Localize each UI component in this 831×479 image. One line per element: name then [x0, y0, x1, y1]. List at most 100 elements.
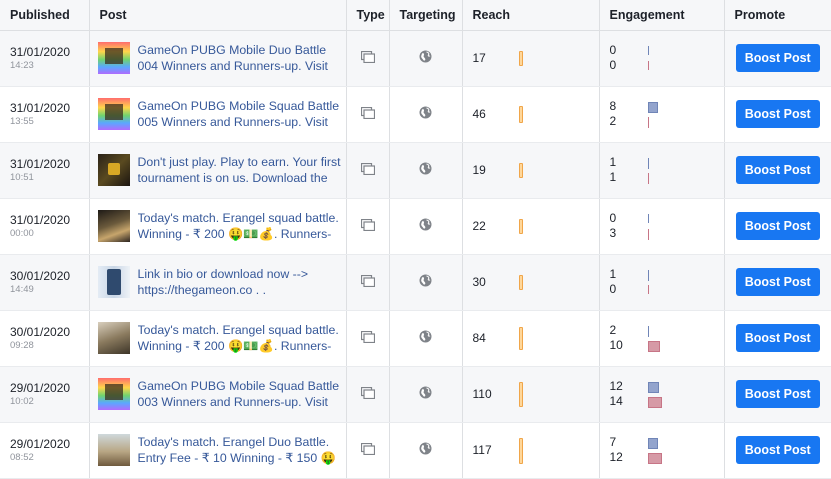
post-cell: GameOn PUBG Mobile Squad Battle 003 Winn…: [89, 366, 347, 423]
promote-cell: Boost Post: [724, 30, 831, 87]
post-cell: Today's match. Erangel Duo Battle. Entry…: [89, 422, 347, 479]
engagement-top-bar: [647, 381, 660, 393]
boost-post-button[interactable]: Boost Post: [735, 324, 820, 352]
boost-post-button[interactable]: Boost Post: [735, 212, 820, 240]
engagement-bottom-bar: [647, 172, 649, 184]
engagement-top-value: 7: [609, 435, 617, 449]
engagement-top-bar: [647, 437, 658, 449]
table-row: 31/01/2020 14:23 GameOn PUBG Mobile Duo …: [0, 30, 831, 87]
post-thumbnail[interactable]: [97, 42, 130, 74]
post-cell: GameOn PUBG Mobile Duo Battle 004 Winner…: [89, 30, 347, 87]
post-date: 30/01/2020: [10, 268, 71, 283]
table-row: 31/01/2020 00:00 Today's match. Erangel …: [0, 198, 831, 255]
reach-value: 22: [472, 219, 486, 233]
post-text-link[interactable]: Today's match. Erangel squad battle. Win…: [138, 210, 343, 242]
post-thumbnail[interactable]: [97, 378, 130, 410]
reach-bar: [518, 327, 523, 350]
reach-cell: 110: [462, 366, 600, 423]
reach-cell: 46: [462, 86, 600, 143]
table-header: Published Post Type Targeting Reach Enga…: [0, 0, 831, 31]
post-thumbnail[interactable]: [97, 322, 130, 354]
type-cell: [346, 142, 390, 199]
reach-bar: [518, 274, 523, 291]
engagement-bottom-value: 10: [609, 338, 623, 352]
boost-post-button[interactable]: Boost Post: [735, 268, 820, 296]
post-thumbnail[interactable]: [97, 434, 130, 466]
engagement-cell: 2 10: [599, 310, 725, 367]
reach-cell: 19: [462, 142, 600, 199]
album-icon: [360, 162, 375, 178]
reach-value: 17: [472, 51, 486, 65]
published-cell: 29/01/2020 10:02: [0, 366, 90, 423]
column-header-published[interactable]: Published: [0, 0, 90, 31]
reach-value: 19: [472, 163, 486, 177]
post-text-link[interactable]: Don't just play. Play to earn. Your firs…: [138, 154, 343, 186]
post-time: 00:00: [10, 227, 34, 239]
globe-icon: [419, 442, 432, 458]
post-thumbnail[interactable]: [97, 98, 130, 130]
promote-cell: Boost Post: [724, 198, 831, 255]
post-time: 08:52: [10, 451, 34, 463]
post-date: 31/01/2020: [10, 44, 71, 59]
table-row: 30/01/2020 14:49 Link in bio or download…: [0, 254, 831, 311]
globe-icon: [419, 274, 432, 290]
post-thumbnail[interactable]: [97, 266, 130, 298]
post-time: 14:49: [10, 283, 34, 295]
reach-value: 84: [472, 331, 486, 345]
globe-icon: [419, 386, 432, 402]
post-text-link[interactable]: Today's match. Erangel squad battle. Win…: [138, 322, 343, 354]
post-thumbnail[interactable]: [97, 154, 130, 186]
column-header-engagement[interactable]: Engagement: [599, 0, 725, 31]
published-cell: 30/01/2020 14:49: [0, 254, 90, 311]
column-header-targeting[interactable]: Targeting: [389, 0, 463, 31]
engagement-top-bar: [647, 157, 649, 169]
engagement-cell: 0 3: [599, 198, 725, 255]
engagement-cell: 8 2: [599, 86, 725, 143]
post-date: 29/01/2020: [10, 380, 71, 395]
boost-post-button[interactable]: Boost Post: [735, 100, 820, 128]
post-thumbnail[interactable]: [97, 210, 130, 242]
globe-icon: [419, 162, 432, 178]
engagement-top-value: 8: [609, 99, 617, 113]
post-date: 31/01/2020: [10, 100, 71, 115]
targeting-cell: [389, 366, 463, 423]
boost-post-button[interactable]: Boost Post: [735, 436, 820, 464]
engagement-bottom-value: 2: [609, 114, 617, 128]
type-cell: [346, 30, 390, 87]
targeting-cell: [389, 254, 463, 311]
post-text-link[interactable]: GameOn PUBG Mobile Squad Battle 005 Winn…: [138, 98, 343, 130]
reach-cell: 30: [462, 254, 600, 311]
promote-cell: Boost Post: [724, 310, 831, 367]
engagement-top-value: 12: [609, 379, 623, 393]
post-text-link[interactable]: GameOn PUBG Mobile Duo Battle 004 Winner…: [138, 42, 343, 74]
post-date: 29/01/2020: [10, 436, 71, 451]
column-header-post[interactable]: Post: [89, 0, 347, 31]
engagement-bottom-value: 12: [609, 450, 623, 464]
post-text-link[interactable]: Link in bio or download now --> https://…: [138, 266, 343, 298]
boost-post-button[interactable]: Boost Post: [735, 156, 820, 184]
reach-value: 30: [472, 275, 486, 289]
engagement-bottom-value: 0: [609, 282, 617, 296]
reach-bar: [518, 437, 523, 464]
post-cell: Today's match. Erangel squad battle. Win…: [89, 310, 347, 367]
post-text-link[interactable]: Today's match. Erangel Duo Battle. Entry…: [138, 434, 343, 466]
engagement-top-bar: [647, 213, 649, 223]
published-cell: 31/01/2020 10:51: [0, 142, 90, 199]
engagement-cell: 7 12: [599, 422, 725, 479]
targeting-cell: [389, 86, 463, 143]
boost-post-button[interactable]: Boost Post: [735, 44, 820, 72]
engagement-cell: 1 1: [599, 142, 725, 199]
engagement-top-bar: [647, 325, 649, 337]
engagement-bottom-value: 0: [609, 58, 617, 72]
column-header-reach[interactable]: Reach: [462, 0, 600, 31]
engagement-bottom-bar: [647, 228, 649, 240]
targeting-cell: [389, 310, 463, 367]
column-header-type[interactable]: Type: [346, 0, 390, 31]
album-icon: [360, 442, 375, 458]
boost-post-button[interactable]: Boost Post: [735, 380, 820, 408]
engagement-bottom-value: 1: [609, 170, 617, 184]
post-text-link[interactable]: GameOn PUBG Mobile Squad Battle 003 Winn…: [138, 378, 343, 410]
posts-table: Published Post Type Targeting Reach Enga…: [0, 0, 831, 479]
engagement-bottom-value: 3: [609, 226, 617, 240]
column-header-promote[interactable]: Promote: [724, 0, 831, 31]
